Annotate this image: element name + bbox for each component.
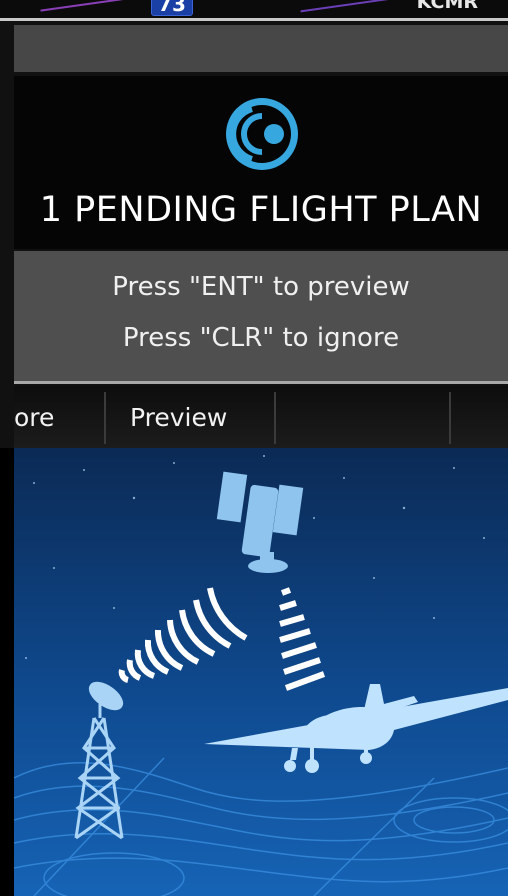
connectivity-illustration bbox=[14, 448, 508, 896]
map-strip: 73 KCMR bbox=[0, 0, 508, 18]
softkey-bar: ore Preview bbox=[14, 386, 508, 448]
softkey-preview[interactable]: Preview bbox=[106, 392, 276, 444]
map-waypoint-label: KCMR bbox=[416, 0, 478, 13]
softkey-ignore[interactable]: ore bbox=[14, 392, 106, 444]
pending-flight-plan-title: 1 PENDING FLIGHT PLAN bbox=[39, 190, 483, 230]
connext-signal-icon bbox=[212, 93, 312, 175]
softkey-blank[interactable] bbox=[451, 392, 508, 444]
avionics-display: 73 KCMR 1 PENDING FLIGHT PLAN Press "ENT… bbox=[0, 0, 508, 448]
map-route-line bbox=[300, 0, 420, 13]
map-route-line bbox=[40, 0, 150, 12]
instruction-panel bbox=[14, 251, 508, 381]
divider bbox=[0, 18, 508, 21]
map-badge: 73 bbox=[151, 0, 193, 16]
dialog-header-bar bbox=[14, 25, 508, 72]
divider bbox=[14, 381, 508, 384]
enter-instruction: Press "ENT" to preview bbox=[112, 272, 410, 302]
softkey-blank[interactable] bbox=[276, 392, 451, 444]
clear-instruction: Press "CLR" to ignore bbox=[122, 323, 400, 353]
